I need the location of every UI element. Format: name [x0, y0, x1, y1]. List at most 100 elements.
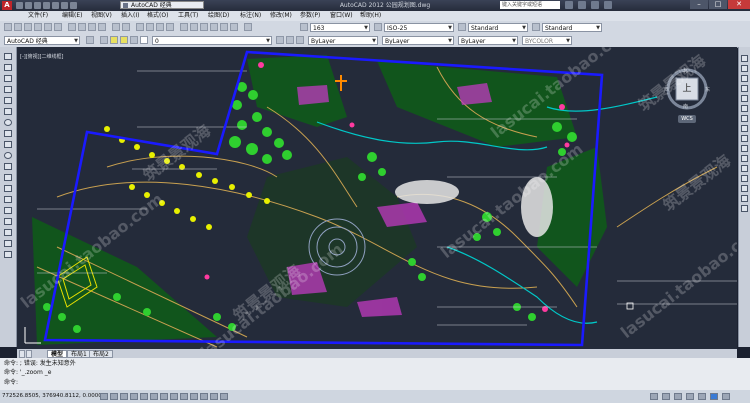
- rectangle-icon[interactable]: [4, 97, 12, 104]
- design-center-icon[interactable]: [190, 23, 198, 31]
- circle-icon[interactable]: [4, 119, 12, 126]
- layer-select[interactable]: 0 ▼: [152, 36, 272, 45]
- menu-help[interactable]: 帮助(H): [360, 11, 381, 21]
- tool-palettes-icon[interactable]: [200, 23, 208, 31]
- workspace-select[interactable]: AutoCAD 经典: [120, 1, 204, 9]
- save-as-icon[interactable]: [43, 2, 50, 9]
- print-icon[interactable]: [52, 2, 59, 9]
- dynamic-input-icon[interactable]: [180, 393, 188, 400]
- tab-first-icon[interactable]: [19, 350, 25, 358]
- open-file-icon[interactable]: [25, 2, 32, 9]
- match-properties-icon[interactable]: [98, 23, 106, 31]
- copy-icon[interactable]: [78, 23, 86, 31]
- join-icon[interactable]: [741, 175, 748, 182]
- layer-on-icon[interactable]: [110, 36, 118, 44]
- polar-tracking-icon[interactable]: [130, 393, 138, 400]
- grid-display-icon[interactable]: [110, 393, 118, 400]
- fillet-icon[interactable]: [741, 195, 748, 202]
- exchange-icon[interactable]: [591, 1, 599, 9]
- lineweight-icon[interactable]: [190, 393, 198, 400]
- tab-model[interactable]: 模型: [47, 350, 68, 358]
- mirror-icon[interactable]: [741, 75, 748, 82]
- tab-layout2[interactable]: 布局2: [89, 350, 113, 358]
- construction-line-icon[interactable]: [4, 64, 12, 71]
- object-snap-tracking-icon[interactable]: [160, 393, 168, 400]
- layer-state-icon[interactable]: [296, 36, 304, 44]
- extend-icon[interactable]: [741, 155, 748, 162]
- scale-icon[interactable]: [741, 125, 748, 132]
- sheet-set-icon[interactable]: [210, 23, 218, 31]
- mleader-style-icon[interactable]: [532, 23, 540, 31]
- menu-view[interactable]: 视图(V): [91, 11, 112, 21]
- 3d-object-snap-icon[interactable]: [150, 393, 158, 400]
- plot-icon[interactable]: [34, 23, 42, 31]
- region-icon[interactable]: [4, 229, 12, 236]
- layer-lock-icon[interactable]: [130, 36, 138, 44]
- preview-icon[interactable]: [44, 23, 52, 31]
- gradient-icon[interactable]: [4, 218, 12, 225]
- array-icon[interactable]: [741, 95, 748, 102]
- object-snap-icon[interactable]: [140, 393, 148, 400]
- make-current-layer-icon[interactable]: [276, 36, 284, 44]
- dim-style-icon[interactable]: [374, 23, 382, 31]
- arc-icon[interactable]: [4, 108, 12, 115]
- viewcube-south[interactable]: 南: [683, 103, 688, 110]
- menu-edit[interactable]: 编辑(E): [62, 11, 82, 21]
- close-button[interactable]: ✕: [728, 0, 750, 9]
- wcs-menu[interactable]: WCS: [678, 115, 696, 123]
- move-icon[interactable]: [741, 105, 748, 112]
- menu-insert[interactable]: 插入(I): [121, 11, 139, 21]
- help-icon[interactable]: [604, 1, 612, 9]
- markup-icon[interactable]: [220, 23, 228, 31]
- layer-previous-icon[interactable]: [286, 36, 294, 44]
- command-window[interactable]: 命令: ; 错误: 发生未知意外 命令: '_.zoom _e 命令:: [0, 358, 750, 390]
- layer-properties-icon[interactable]: [100, 36, 108, 44]
- command-prompt[interactable]: 命令:: [4, 378, 18, 387]
- menu-modify[interactable]: 修改(M): [270, 11, 292, 21]
- drawing-canvas[interactable]: [-][俯视][二维线框] 上 北 南 西 东 WCS 筑景景观海 lasuca…: [17, 47, 737, 349]
- ellipse-icon[interactable]: [4, 152, 12, 159]
- mleader-style-select[interactable]: Standard ▼: [542, 23, 602, 32]
- menu-tools[interactable]: 工具(T): [178, 11, 198, 21]
- tab-layout1[interactable]: 布局1: [67, 350, 91, 358]
- menu-parametric[interactable]: 参数(P): [300, 11, 320, 21]
- viewport-controls[interactable]: [-][俯视][二维线框]: [20, 53, 64, 60]
- workspace-settings-icon[interactable]: [86, 36, 94, 44]
- user-icon[interactable]: [578, 1, 586, 9]
- lineweight-select[interactable]: ByLayer ▼: [458, 36, 518, 45]
- lock-ui-icon[interactable]: [698, 393, 706, 400]
- zoom-previous-icon[interactable]: [166, 23, 174, 31]
- line-icon[interactable]: [4, 53, 12, 60]
- menu-draw[interactable]: 绘图(D): [208, 11, 229, 21]
- properties-icon[interactable]: [180, 23, 188, 31]
- menu-format[interactable]: 格式(O): [147, 11, 168, 21]
- plotstyle-select[interactable]: BYCOLOR ▼: [522, 36, 572, 45]
- status-tray-icon[interactable]: [710, 393, 718, 400]
- erase-icon[interactable]: [741, 55, 748, 62]
- hatch-icon[interactable]: [4, 207, 12, 214]
- text-style-select[interactable]: 163 ▼: [310, 23, 370, 32]
- ortho-mode-icon[interactable]: [120, 393, 128, 400]
- layer-color-icon[interactable]: [140, 36, 148, 44]
- polyline-icon[interactable]: [4, 75, 12, 82]
- polygon-icon[interactable]: [4, 86, 12, 93]
- new-file-icon[interactable]: [16, 2, 23, 9]
- linetype-select[interactable]: ByLayer ▼: [382, 36, 454, 45]
- selection-cycling-icon[interactable]: [220, 393, 228, 400]
- undo-icon[interactable]: [61, 2, 68, 9]
- workspace-combo[interactable]: AutoCAD 经典 ▼: [4, 36, 80, 45]
- maximize-button[interactable]: □: [709, 0, 727, 9]
- rotate-icon[interactable]: [741, 115, 748, 122]
- quick-view-layouts-icon[interactable]: [662, 393, 670, 400]
- mtext-icon[interactable]: [4, 251, 12, 258]
- make-block-icon[interactable]: [4, 185, 12, 192]
- insert-block-icon[interactable]: [4, 174, 12, 181]
- revcloud-icon[interactable]: [4, 130, 12, 137]
- new-icon[interactable]: [4, 23, 12, 31]
- publish-icon[interactable]: [54, 23, 62, 31]
- quick-properties-icon[interactable]: [210, 393, 218, 400]
- offset-icon[interactable]: [741, 85, 748, 92]
- menu-dimension[interactable]: 标注(N): [240, 11, 261, 21]
- dim-style-select[interactable]: ISO-25 ▼: [384, 23, 454, 32]
- redo-icon[interactable]: [122, 23, 130, 31]
